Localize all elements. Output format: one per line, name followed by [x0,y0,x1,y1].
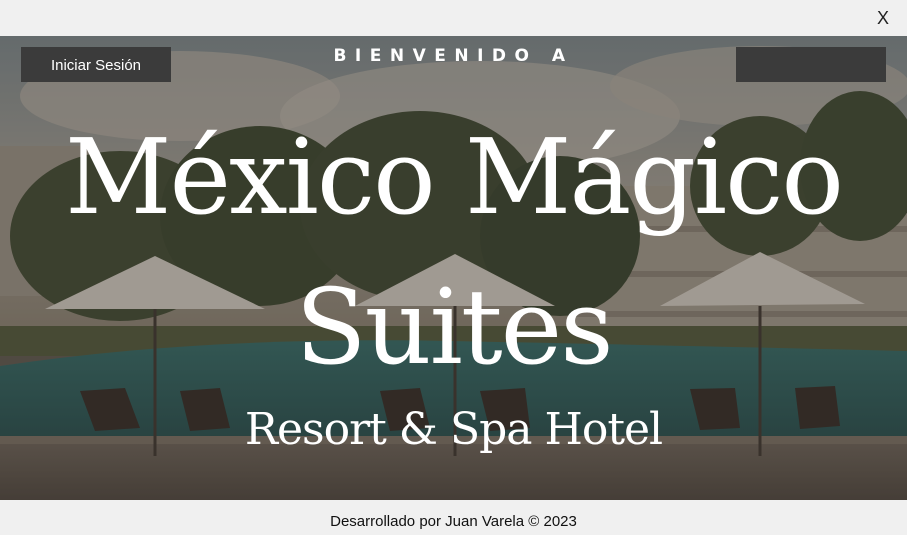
app-window: X Iniciar Sesión BIENVENIDO A México Mág… [0,0,907,535]
welcome-heading: BIENVENIDO A [333,46,574,66]
title-bar: X [0,0,907,36]
hero-banner: Iniciar Sesión BIENVENIDO A México Mágic… [0,36,907,500]
hotel-name-line-2: Suites [295,266,613,388]
hotel-subtitle: Resort & Spa Hotel [244,404,663,455]
footer-credit: Desarrollado por Juan Varela © 2023 [0,500,907,535]
hotel-name-line-1: México Mágico [64,116,844,238]
close-button[interactable]: X [877,8,889,28]
